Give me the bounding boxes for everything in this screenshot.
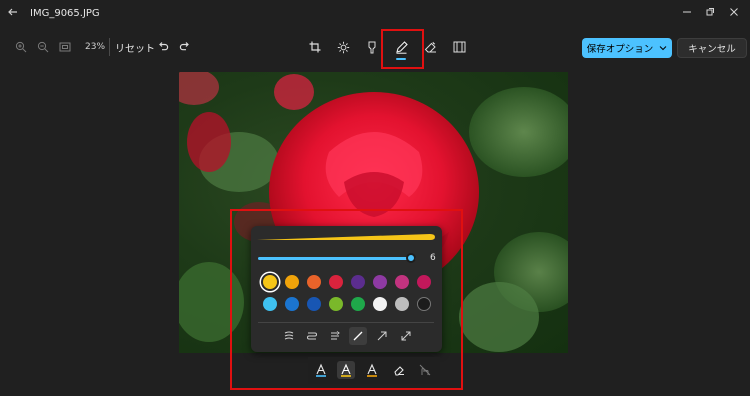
fit-to-window-icon[interactable] (56, 38, 74, 56)
arrow-line-icon[interactable] (326, 327, 344, 345)
calligraphy-pen-icon[interactable] (337, 361, 355, 379)
color-swatch[interactable] (329, 297, 343, 311)
color-swatch[interactable] (285, 297, 299, 311)
save-options-label: 保存オプション (586, 44, 654, 55)
color-swatch[interactable] (351, 297, 365, 311)
color-swatch[interactable] (417, 297, 431, 311)
background-icon[interactable] (450, 38, 468, 56)
color-swatch[interactable] (329, 275, 343, 289)
chevron-down-icon (659, 43, 667, 54)
cancel-button[interactable]: キャンセル (677, 38, 747, 58)
straight-line-icon[interactable] (349, 327, 367, 345)
color-swatch[interactable] (395, 297, 409, 311)
undo-icon[interactable] (154, 38, 172, 56)
arrow-icon[interactable] (373, 327, 391, 345)
thickness-value: 6 (430, 253, 436, 263)
panel-divider (258, 322, 434, 323)
color-swatch[interactable] (263, 297, 277, 311)
color-swatch[interactable] (395, 275, 409, 289)
eraser-icon[interactable] (390, 361, 408, 379)
zoom-out-icon[interactable] (34, 38, 52, 56)
color-swatch[interactable] (373, 275, 387, 289)
highlighter-icon[interactable] (363, 361, 381, 379)
title-bar (0, 0, 750, 28)
back-arrow-icon[interactable] (4, 5, 22, 23)
toolbar-divider (109, 38, 110, 56)
double-arrow-icon[interactable] (397, 327, 415, 345)
color-swatch[interactable] (417, 275, 431, 289)
color-swatch[interactable] (263, 275, 277, 289)
thickness-slider[interactable] (258, 257, 416, 260)
color-swatch[interactable] (307, 297, 321, 311)
window-title: IMG_9065.JPG (30, 8, 100, 19)
markup-pen-icon[interactable] (392, 38, 410, 56)
selected-tab-indicator (396, 58, 406, 60)
color-swatch[interactable] (285, 275, 299, 289)
zoom-in-icon[interactable] (12, 38, 30, 56)
minimize-icon[interactable] (677, 5, 697, 23)
crop-icon[interactable] (306, 38, 324, 56)
filter-icon[interactable] (363, 38, 381, 56)
close-icon[interactable] (724, 5, 744, 23)
erase-icon[interactable] (421, 38, 439, 56)
reset-button[interactable]: リセット (115, 40, 155, 55)
save-options-button[interactable]: 保存オプション (582, 38, 672, 58)
touch-writing-icon[interactable] (416, 361, 434, 379)
color-swatch[interactable] (351, 275, 365, 289)
color-swatch[interactable] (373, 297, 387, 311)
curved-line-icon[interactable] (303, 327, 321, 345)
redo-icon[interactable] (176, 38, 194, 56)
ballpoint-pen-icon[interactable] (312, 361, 330, 379)
wavy-line-icon[interactable] (280, 327, 298, 345)
restore-icon[interactable] (700, 5, 720, 23)
color-swatch[interactable] (307, 275, 321, 289)
brightness-icon[interactable] (334, 38, 352, 56)
zoom-level: 23% (85, 42, 106, 52)
stroke-preview (257, 234, 435, 240)
